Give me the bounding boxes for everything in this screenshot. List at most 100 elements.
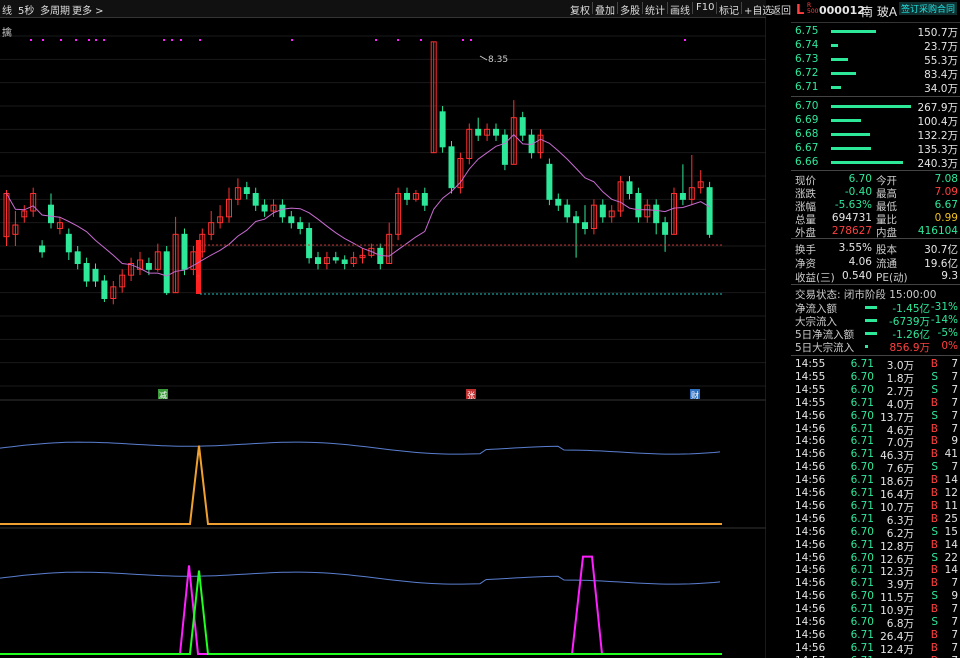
flow-row: 5日大宗流入 856.9万 0%	[795, 340, 958, 354]
stat-row: 换手 3.55% 股本 30.7亿	[795, 242, 958, 256]
tick-row: 14:55 6.70 1.8万 S 7	[795, 370, 958, 385]
signal-dot	[42, 39, 44, 41]
event-marker-label: 张	[467, 391, 475, 400]
indicator-label: 擒	[2, 26, 12, 39]
candle-body	[501, 134, 508, 165]
ask-level: 6.73 55.3万	[795, 53, 958, 67]
volume-bar	[831, 147, 872, 150]
candle-body	[421, 193, 428, 206]
signal-dot	[88, 39, 90, 41]
bid-level: 6.66 240.3万	[795, 156, 958, 170]
candle-body	[662, 222, 669, 235]
signal-dot	[60, 39, 62, 41]
bid-level: 6.70 267.9万	[795, 100, 958, 114]
bottom-event-markers: 减张财	[158, 389, 700, 400]
volume-bar	[865, 332, 877, 335]
tick-row: 14:56 6.70 12.6万 S 22	[795, 551, 958, 566]
sub2-blue-line	[0, 571, 721, 585]
candle-body	[555, 198, 562, 206]
toolbar-draw[interactable]: 画线	[670, 2, 690, 17]
tick-row: 14:56 6.71 7.0万 B 9	[795, 435, 958, 450]
quote-row: 总量 694731 量比 0.99	[795, 212, 958, 226]
sub2-green-line	[0, 570, 722, 655]
volume-bar	[865, 345, 868, 348]
stock-flag: L	[796, 3, 805, 18]
tick-row: 14:55 6.71 4.0万 B 7	[795, 396, 958, 411]
volume-bar	[831, 86, 842, 89]
signal-dot	[163, 39, 165, 41]
flow-row: 净流入额 -1.45亿 -31%	[795, 301, 958, 315]
signal-dot	[684, 39, 686, 41]
buy-arrow-icon: ↑	[194, 274, 202, 285]
candle-body	[679, 193, 686, 200]
signal-dot	[199, 39, 201, 41]
candle-body	[39, 245, 46, 253]
toolbar-back[interactable]: 返回	[771, 2, 791, 17]
toolbar-multi-stock[interactable]: 多股	[620, 2, 640, 17]
signal-dot	[470, 39, 472, 41]
stock-name: 南 玻A	[861, 5, 898, 19]
tick-row: 14:55 6.71 3.0万 B 7	[795, 358, 958, 372]
volume-bar	[831, 105, 911, 108]
candle-body	[181, 233, 188, 270]
candle-body	[582, 222, 588, 230]
sub1-blue-line	[0, 441, 721, 455]
candlesticks	[3, 41, 713, 305]
news-badge[interactable]: 签订采购合同	[899, 2, 958, 15]
ask-level: 6.75 150.7万	[795, 25, 958, 39]
stat-row: 净资 4.06 流通 19.6亿	[795, 256, 958, 270]
candle-body	[341, 259, 348, 264]
highlight-candle	[196, 240, 201, 294]
candle-body	[243, 187, 250, 195]
candle-body	[493, 128, 499, 136]
bid-level: 6.67 135.3万	[795, 142, 958, 156]
candle-body	[145, 263, 152, 270]
ask-level: 6.72 83.4万	[795, 67, 958, 81]
volume-bar	[831, 72, 856, 75]
candle-body	[599, 204, 606, 218]
toolbar-mark[interactable]: 标记	[719, 2, 739, 17]
flow-row: 5日净流入额 -1.26亿 -5%	[795, 327, 958, 341]
tick-row: 14:56 6.70 11.5万 S 9	[795, 590, 958, 605]
candle-body	[573, 216, 580, 224]
toolbar-stats[interactable]: 统计	[645, 2, 665, 17]
tick-row: 14:56 6.70 13.7万 S 7	[795, 409, 958, 424]
candle-body	[306, 228, 313, 259]
quote-row: 涨幅 -5.63% 最低 6.67	[795, 199, 958, 213]
toolbar-fuquan[interactable]: 复权	[570, 2, 590, 17]
tick-row: 14:56 6.71 4.6万 B 7	[795, 422, 958, 437]
toolbar-f10[interactable]: F10	[696, 2, 714, 13]
candle-body	[404, 193, 410, 200]
candle-body	[315, 257, 321, 265]
signal-dot	[95, 39, 97, 41]
tick-row: 14:56 6.71 12.8万 B 14	[795, 538, 958, 553]
chart-toolbar: 线 5秒 多周期 更多 > 复权 叠加 多股 统计 画线 F10 标记 +自选	[0, 0, 772, 18]
high-price-label: 8.35	[488, 55, 508, 65]
toolbar-item-multi-period[interactable]: 多周期	[40, 2, 70, 17]
toolbar-item-5s[interactable]: 5秒	[18, 2, 34, 17]
signal-dot	[30, 39, 32, 41]
trade-status: 交易状态: 闭市阶段 15:00:00	[795, 289, 937, 301]
candle-body	[48, 204, 54, 224]
signal-dot	[180, 39, 182, 41]
candle-body	[83, 263, 90, 282]
stock-code: 000012	[819, 4, 865, 17]
candle-body	[653, 204, 660, 224]
candle-body	[163, 251, 170, 294]
stock-subflag: R 500	[807, 2, 819, 15]
toolbar-add-favorite[interactable]: +自选	[744, 2, 772, 17]
toolbar-item-line[interactable]: 线	[2, 2, 12, 17]
tick-row: 14:56 6.71 18.6万 B 14	[795, 474, 958, 489]
toolbar-item-more[interactable]: 更多 >	[72, 2, 104, 17]
signal-dot	[75, 39, 77, 41]
volume-bar	[831, 161, 903, 164]
kline-chart[interactable]: 擒 8.35 ↑ 8.408.208.007.807.607.407.207.0…	[0, 18, 766, 658]
tick-row: 14:56 6.71 10.9万 B 7	[795, 603, 958, 618]
quote-row: 外盘 278627 内盘 416104	[795, 225, 958, 239]
sub2-magenta-line	[0, 555, 722, 655]
volume-bar	[831, 133, 871, 136]
quote-row: 现价 6.70 今开 7.08	[795, 173, 958, 187]
candle-body	[564, 204, 571, 218]
toolbar-overlay[interactable]: 叠加	[595, 2, 615, 17]
candle-body	[546, 163, 553, 200]
